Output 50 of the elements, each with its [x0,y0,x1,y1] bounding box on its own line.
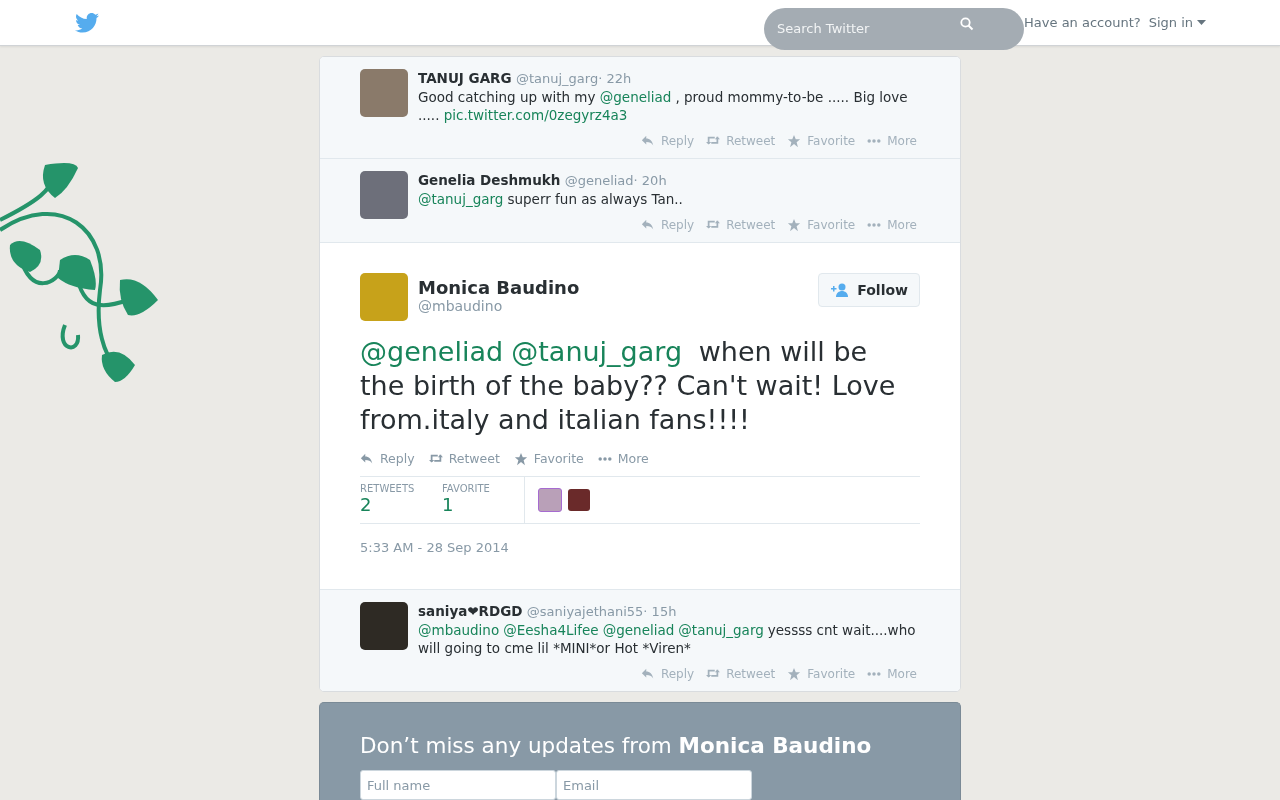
search-field[interactable]: Search Twitter [764,7,1025,50]
input-field[interactable]: Full name [360,770,556,800]
user-name[interactable]: saniya❤RDGD [418,603,523,619]
mention-link[interactable]: @tanuj_garg [511,336,683,367]
favorite-icon [513,451,528,466]
tweet-time: · 22h [598,71,632,86]
tweet-text: Good catching up with my @geneliad , proud mommy-to-be ..... Big love ..... pic.twitter.com/0zegyrz4a3 [418,88,909,124]
reply-link[interactable]: Reply [360,451,415,466]
user-name[interactable]: Monica Baudino [418,277,580,298]
tweet-time: · 15h [643,604,677,619]
mention-link[interactable]: @tanuj_garg [678,622,764,638]
favorite-icon [787,218,802,232]
search-icon [960,16,975,31]
user-name[interactable]: Genelia Deshmukh [418,172,561,188]
user-handle: @saniyajethani55 [526,604,644,619]
user-name[interactable]: TANUJ GARG [418,70,512,86]
tweet-text: @geneliad @tanuj_garg when will be the birth of the baby?? Can't wait! Love from.italy and italian fans!!!! [360,335,897,437]
stat-count[interactable]: 1 [442,494,524,515]
sign-in-link[interactable]: Sign in [1148,15,1206,30]
input-field[interactable]: Email [556,770,752,800]
stat-label: FAVORITE [442,483,491,494]
caret-icon [1197,20,1206,25]
stat-label: RETWEETS [360,483,416,494]
user-handle: @tanuj_garg [515,71,599,86]
bird-logo-icon[interactable] [75,12,99,33]
favorite-link[interactable]: Favorite [513,451,584,466]
mention-link[interactable]: @geneliad [599,89,672,105]
follow-button[interactable]: Follow [818,273,920,307]
user-handle: @geneliad [564,173,634,188]
mention-link[interactable]: pic.twitter.com/0zegyrz4a3 [443,107,628,123]
mention-link[interactable]: @tanuj_garg [418,191,504,207]
favorite-icon [787,134,802,148]
mention-link[interactable]: @Eesha4Lifee [503,622,599,638]
add-user-icon [831,283,850,297]
mention-link[interactable]: @mbaudino [418,622,500,638]
more-link[interactable]: More [597,451,649,466]
avatar-image[interactable] [568,489,590,511]
avatar-image[interactable] [538,488,562,512]
mention-link[interactable]: @geneliad [602,622,675,638]
user-handle: @mbaudino [418,298,504,314]
tweet-text: @mbaudino @Eesha4Lifee @geneliad @tanuj_garg yessss cnt wait....who will going to cme lil *MINI*or Hot *Viren* [418,621,917,657]
mention-link[interactable]: @geneliad [360,336,504,367]
signup-heading: Don’t miss any updates from Monica Baudino [360,733,873,758]
tweet-date: 5:33 AM - 28 Sep 2014 [360,540,510,555]
stat-count[interactable]: 2 [360,494,442,515]
account-prompt: Have an account? [1024,15,1141,30]
tweet-time: · 20h [633,173,667,188]
favorite-icon [787,667,802,681]
retweet-link[interactable]: Retweet [428,451,500,466]
tweet-text: @tanuj_garg superr fun as always Tan.. [418,190,684,208]
